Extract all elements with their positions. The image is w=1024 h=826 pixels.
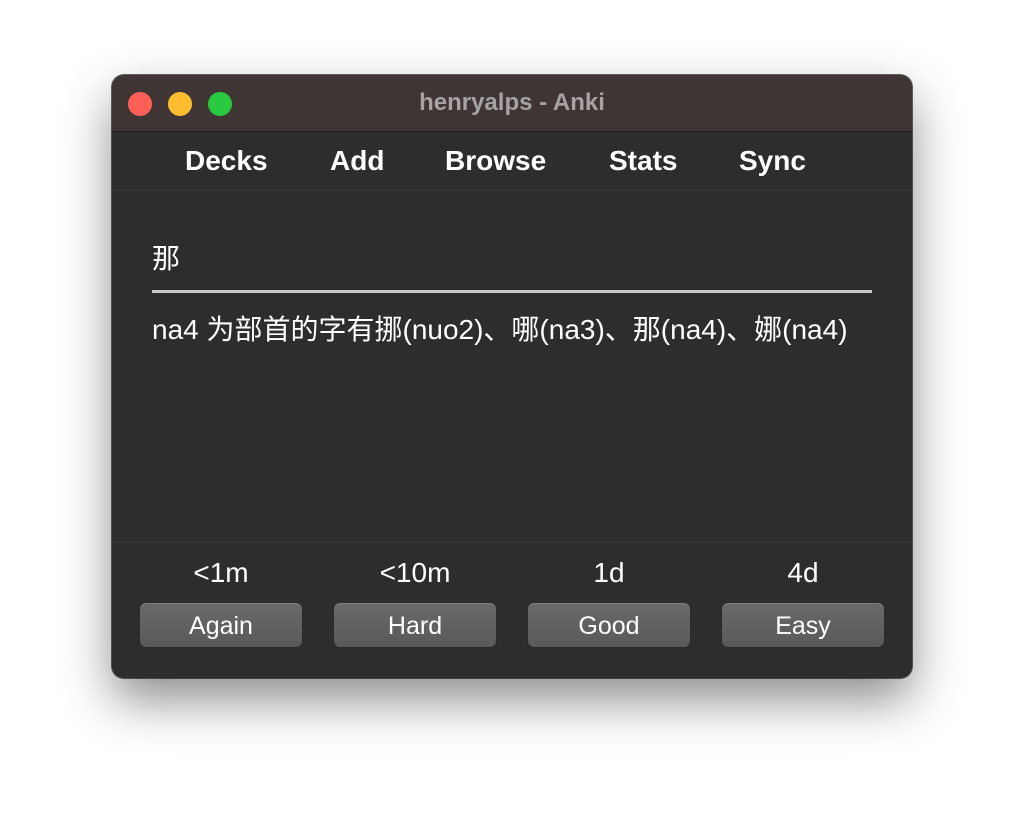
again-interval: <1m — [193, 557, 249, 588]
again-button[interactable]: Again — [139, 602, 303, 648]
hard-button[interactable]: Hard — [333, 602, 497, 648]
answer-divider — [152, 290, 872, 293]
card-front: 那 — [152, 243, 181, 274]
answer-bar: <1m <10m 1d 4d Again Hard Good Easy — [112, 542, 912, 678]
toolbar-decks-link[interactable]: Decks — [185, 145, 268, 177]
toolbar-stats-link[interactable]: Stats — [609, 145, 677, 177]
hard-interval: <10m — [379, 557, 451, 588]
title-bar[interactable]: henryalps - Anki — [112, 75, 912, 132]
good-button[interactable]: Good — [527, 602, 691, 648]
toolbar-add-link[interactable]: Add — [330, 145, 384, 177]
good-interval: 1d — [593, 557, 625, 588]
anki-window: henryalps - Anki Decks Add Browse Stats … — [112, 75, 912, 678]
card-review-area: 那 na4 为部首的字有挪(nuo2)、哪(na3)、那(na4)、娜(na4) — [112, 191, 912, 542]
easy-button[interactable]: Easy — [721, 602, 885, 648]
main-toolbar: Decks Add Browse Stats Sync — [112, 132, 912, 191]
card-back: na4 为部首的字有挪(nuo2)、哪(na3)、那(na4)、娜(na4) — [152, 314, 848, 345]
toolbar-browse-link[interactable]: Browse — [445, 145, 546, 177]
toolbar-sync-link[interactable]: Sync — [739, 145, 806, 177]
easy-interval: 4d — [787, 557, 819, 588]
window-title: henryalps - Anki — [419, 89, 605, 116]
